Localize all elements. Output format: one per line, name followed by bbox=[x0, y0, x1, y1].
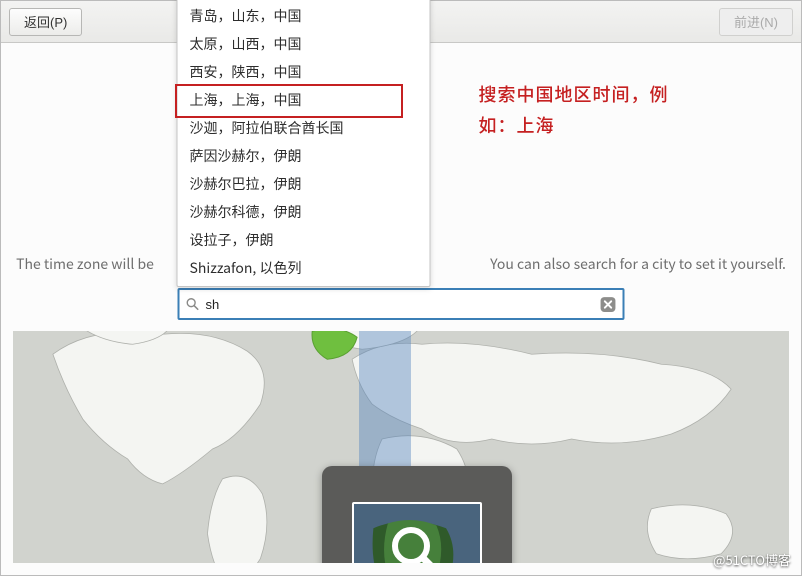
map-search-overlay bbox=[322, 466, 512, 563]
suggestion-item[interactable]: 沙赫尔科德，伊朗 bbox=[178, 198, 430, 226]
back-button[interactable]: 返回(P) bbox=[9, 8, 82, 36]
suggestion-item[interactable]: 西安，陕西，中国 bbox=[178, 58, 430, 86]
suggestion-item[interactable]: 上海，上海，中国 bbox=[178, 86, 430, 114]
suggestion-item[interactable]: Shizzafon, 以色列 bbox=[178, 254, 430, 282]
watermark: @51CTO博客 bbox=[713, 550, 791, 569]
suggestion-item[interactable]: 沙赫尔巴拉，伊朗 bbox=[178, 170, 430, 198]
suggestion-item[interactable]: 沙迦，阿拉伯联合酋长国 bbox=[178, 114, 430, 142]
city-search-input[interactable] bbox=[206, 297, 600, 312]
city-search[interactable] bbox=[178, 288, 625, 320]
suggestion-item[interactable]: 青岛，山东，中国 bbox=[178, 2, 430, 30]
search-icon bbox=[186, 297, 200, 311]
world-map[interactable] bbox=[13, 331, 789, 563]
magnifier-icon bbox=[387, 522, 447, 563]
next-button: 前进(N) bbox=[719, 8, 793, 36]
suggestion-item[interactable]: 设拉子，伊朗 bbox=[178, 226, 430, 254]
annotation-text: 搜索中国地区时间，例如：上海 bbox=[479, 79, 699, 140]
suggestion-item[interactable]: 萨因沙赫尔，伊朗 bbox=[178, 142, 430, 170]
clear-icon[interactable] bbox=[600, 296, 617, 313]
suggestion-item[interactable]: 太原，山西，中国 bbox=[178, 30, 430, 58]
city-suggestions: 济南，山东，中国青岛，山东，中国太原，山西，中国西安，陕西，中国上海，上海，中国… bbox=[177, 0, 431, 287]
